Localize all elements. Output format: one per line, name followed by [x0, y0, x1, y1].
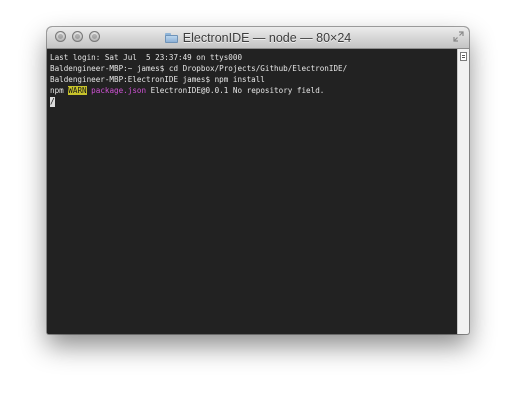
spinner-char: /	[50, 97, 55, 106]
terminal-output[interactable]: Last login: Sat Jul 5 23:37:49 on ttys00…	[47, 49, 457, 334]
terminal-warn-line: npm WARN package.json ElectronIDE@0.0.1 …	[50, 85, 457, 96]
terminal-window: ElectronIDE — node — 80×24 Last login: S…	[47, 27, 469, 334]
terminal-cursor-line: /	[50, 96, 457, 107]
warn-badge: WARN	[68, 86, 87, 95]
terminal-line: Baldengineer-MBP:ElectronIDE james$ npm …	[50, 75, 265, 84]
folder-icon	[164, 32, 178, 43]
scroll-handle-icon[interactable]	[460, 52, 467, 61]
title-container: ElectronIDE — node — 80×24	[47, 27, 469, 48]
title-bar[interactable]: ElectronIDE — node — 80×24	[47, 27, 469, 49]
terminal-line: Last login: Sat Jul 5 23:37:49 on ttys00…	[50, 53, 243, 62]
warn-file: package.json	[91, 86, 147, 95]
window-title: ElectronIDE — node — 80×24	[182, 30, 352, 45]
terminal-line: Baldengineer-MBP:~ james$ cd Dropbox/Pro…	[50, 64, 348, 73]
scrollbar[interactable]	[457, 49, 469, 334]
warn-message: ElectronIDE@0.0.1 No repository field.	[146, 86, 325, 95]
warn-prefix: npm	[50, 86, 69, 95]
resize-icon[interactable]	[453, 31, 464, 42]
